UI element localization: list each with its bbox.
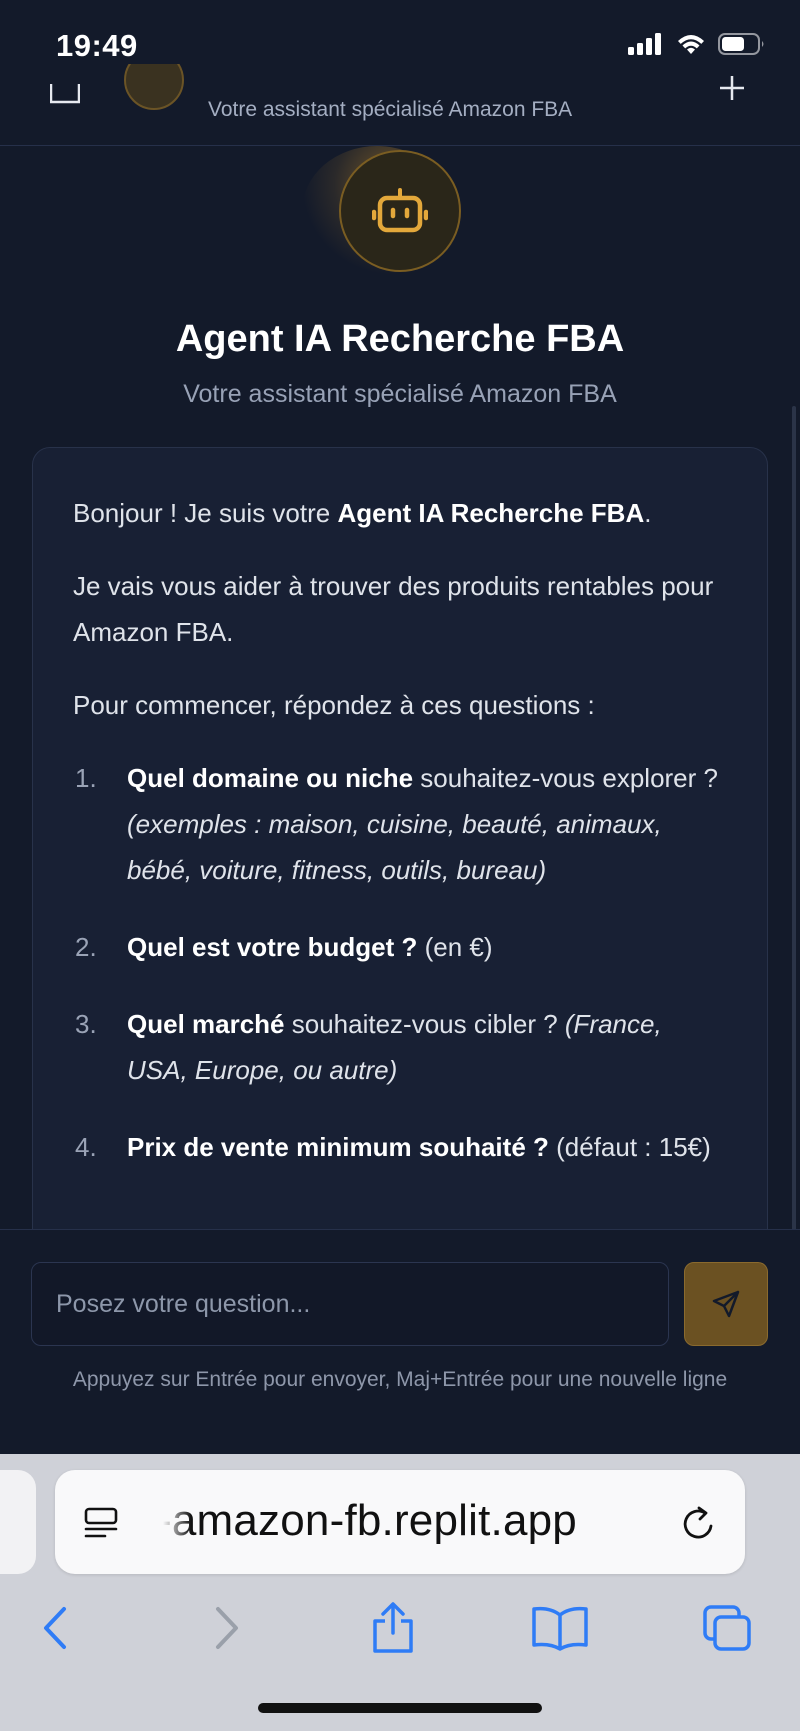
bot-icon xyxy=(372,188,428,233)
list-item: 4. Prix de vente minimum souhaité ? (déf… xyxy=(73,1124,727,1170)
list-item: 1. Quel domaine ou niche souhaitez-vous … xyxy=(73,755,727,893)
back-icon xyxy=(44,1607,66,1649)
lead-text: Pour commencer, répondez à ces questions… xyxy=(73,690,595,720)
list-number: 2. xyxy=(75,932,97,962)
question-italic: (exemples : maison, cuisine, beauté, ani… xyxy=(127,809,662,885)
status-icons xyxy=(628,32,766,56)
greeting-agent-name: Agent IA Recherche FBA xyxy=(337,498,645,528)
plus-icon[interactable] xyxy=(720,76,744,100)
send-button[interactable] xyxy=(684,1262,768,1346)
composer: Posez votre question... Appuyez sur Entr… xyxy=(0,1229,800,1454)
question-text: souhaitez-vous explorer ? xyxy=(413,763,718,793)
share-button[interactable] xyxy=(363,1598,423,1658)
question-bold: Quel est votre budget ? xyxy=(127,932,418,962)
scrollbar[interactable] xyxy=(792,406,796,1230)
browser-chrome: -amazon-fb.replit.app xyxy=(0,1454,800,1731)
header-subtitle: Votre assistant spécialisé Amazon FBA xyxy=(208,98,573,121)
tabs-icon xyxy=(703,1605,751,1651)
question-list: 1. Quel domaine ou niche souhaitez-vous … xyxy=(73,755,727,1170)
forward-icon xyxy=(216,1607,238,1649)
url-fade xyxy=(151,1490,191,1554)
greeting-end: . xyxy=(644,498,652,528)
message-input[interactable]: Posez votre question... xyxy=(31,1262,669,1346)
intro-text: Je vais vous aider à trouver des produit… xyxy=(73,571,714,647)
address-bar[interactable]: -amazon-fb.replit.app xyxy=(55,1470,745,1574)
bookmarks-button[interactable] xyxy=(530,1598,590,1658)
bookmarks-icon xyxy=(532,1606,588,1651)
browser-toolbar xyxy=(0,1598,800,1678)
assistant-message: Bonjour ! Je suis votre Agent IA Recherc… xyxy=(32,447,768,1230)
question-text: (défaut : 15€) xyxy=(548,1132,711,1162)
list-item: 2. Quel est votre budget ? (en €) xyxy=(73,924,727,970)
sidebar-toggle-icon[interactable] xyxy=(50,84,80,104)
question-text: souhaitez-vous cibler ? xyxy=(284,1009,565,1039)
question-bold: Quel marché xyxy=(127,1009,285,1039)
question-bold: Prix de vente minimum souhaité ? xyxy=(127,1132,549,1162)
reload-icon[interactable] xyxy=(681,1504,717,1542)
list-number: 1. xyxy=(75,763,97,793)
send-icon xyxy=(712,1290,740,1318)
header-avatar xyxy=(124,64,184,110)
previous-tab[interactable] xyxy=(0,1470,36,1574)
status-time: 19:49 xyxy=(56,28,138,63)
question-text: (en €) xyxy=(417,932,493,962)
home-indicator xyxy=(258,1703,542,1713)
battery-icon xyxy=(718,33,764,55)
question-bold: Quel domaine ou niche xyxy=(127,763,414,793)
url-text: -amazon-fb.replit.app xyxy=(157,1496,577,1545)
list-number: 3. xyxy=(75,1009,97,1039)
reader-icon[interactable] xyxy=(83,1506,119,1542)
agent-avatar xyxy=(339,150,461,272)
app-header: Votre assistant spécialisé Amazon FBA xyxy=(0,64,800,146)
signal-icon xyxy=(628,33,661,55)
page-subtitle: Votre assistant spécialisé Amazon FBA xyxy=(183,380,617,408)
back-button[interactable] xyxy=(25,1598,85,1658)
chat-area[interactable]: Agent IA Recherche FBA Votre assistant s… xyxy=(0,146,800,1230)
list-item: 3. Quel marché souhaitez-vous cibler ? (… xyxy=(73,1001,727,1093)
page-title: Agent IA Recherche FBA xyxy=(175,318,625,360)
input-hint: Appuyez sur Entrée pour envoyer, Maj+Ent… xyxy=(72,1368,728,1391)
share-icon xyxy=(373,1602,413,1653)
forward-button[interactable] xyxy=(197,1598,257,1658)
greeting-text: Bonjour ! Je suis votre xyxy=(73,498,338,528)
list-number: 4. xyxy=(75,1132,97,1162)
tabs-button[interactable] xyxy=(698,1598,758,1658)
wifi-icon xyxy=(678,35,704,54)
greeting: Bonjour ! Je suis votre Agent IA Recherc… xyxy=(73,490,727,536)
